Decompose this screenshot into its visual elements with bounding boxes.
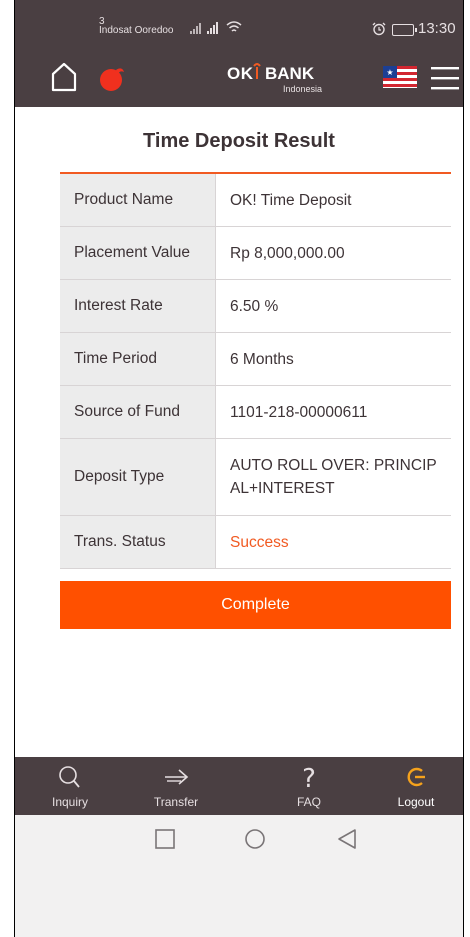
search-icon <box>59 766 80 788</box>
nav-label: Transfer <box>153 795 199 809</box>
row-value: AUTO ROLL OVER: PRINCIPAL+INTEREST <box>230 457 437 497</box>
row-label: Time Period <box>60 333 216 385</box>
row-value: 6 Months <box>230 350 294 368</box>
svg-text:?: ? <box>302 764 316 791</box>
app-header: 3 Indosat Ooredoo 13:30 OK BANK Indonesi… <box>15 0 463 107</box>
row-label: Product Name <box>60 174 216 226</box>
signal-icon <box>190 22 218 34</box>
app-bar: OK BANK Indonesia ★ <box>15 46 463 107</box>
brand-badge-icon <box>100 68 124 91</box>
carrier-name: Indosat Ooredoo <box>99 25 174 36</box>
page-title: Time Deposit Result <box>143 130 335 152</box>
status-time: 13:30 <box>418 20 456 37</box>
recent-apps-icon[interactable] <box>153 827 177 851</box>
row-label: Interest Rate <box>60 280 216 332</box>
app-screen: 3 Indosat Ooredoo 13:30 OK BANK Indonesi… <box>0 0 470 937</box>
table-row: Interest Rate 6.50 % <box>60 280 451 333</box>
table-row: Product Name OK! Time Deposit <box>60 174 451 227</box>
table-row: Deposit Type AUTO ROLL OVER: PRINCIPAL+I… <box>60 439 451 516</box>
table-row: Time Period 6 Months <box>60 333 451 386</box>
bottom-nav: Inquiry Transfer ? FAQ Logout <box>15 757 463 815</box>
row-value: 6.50 % <box>230 297 279 315</box>
transaction-status: Success <box>230 533 289 551</box>
nav-label: Inquiry <box>51 795 89 809</box>
alarm-icon <box>372 22 386 36</box>
logo-mark-icon <box>253 63 261 79</box>
row-value: 1101-218-00000611 <box>230 403 368 421</box>
nav-faq[interactable]: ? FAQ <box>264 757 354 815</box>
logo-bank-text: BANK <box>265 64 315 83</box>
right-border <box>463 0 464 937</box>
table-row: Trans. Status Success <box>60 516 451 569</box>
row-label: Source of Fund <box>60 386 216 438</box>
table-row: Source of Fund 1101-218-00000611 <box>60 386 451 439</box>
logo-subtitle: Indonesia <box>283 84 323 94</box>
logo-ok-text: OK <box>227 64 254 83</box>
system-nav-bar <box>15 815 463 937</box>
nav-transfer[interactable]: Transfer <box>131 757 221 815</box>
row-label: Trans. Status <box>60 516 216 568</box>
nav-label: Logout <box>397 795 435 809</box>
nav-logout[interactable]: Logout <box>371 757 461 815</box>
wifi-icon <box>226 21 242 32</box>
svg-text:★: ★ <box>386 68 393 77</box>
home-circle-icon[interactable] <box>243 827 267 851</box>
row-label: Deposit Type <box>60 439 216 515</box>
row-label: Placement Value <box>60 227 216 279</box>
menu-icon[interactable] <box>429 64 461 92</box>
result-table: Product Name OK! Time Deposit Placement … <box>60 172 451 569</box>
home-icon[interactable] <box>51 62 77 92</box>
nav-inquiry[interactable]: Inquiry <box>25 757 115 815</box>
battery-icon <box>392 24 417 36</box>
bank-logo: OK BANK Indonesia <box>227 62 322 94</box>
logout-icon <box>407 767 425 787</box>
table-row: Placement Value Rp 8,000,000.00 <box>60 227 451 280</box>
row-value: Rp 8,000,000.00 <box>230 244 345 262</box>
flag-icon[interactable]: ★ <box>383 60 417 94</box>
arrow-right-icon <box>165 769 189 785</box>
complete-button[interactable]: Complete <box>60 581 451 629</box>
row-value: OK! Time Deposit <box>230 191 352 209</box>
question-icon: ? <box>302 764 316 791</box>
status-bar: 3 Indosat Ooredoo 13:30 <box>15 0 463 46</box>
nav-label: FAQ <box>296 795 321 809</box>
back-triangle-icon[interactable] <box>335 827 359 851</box>
